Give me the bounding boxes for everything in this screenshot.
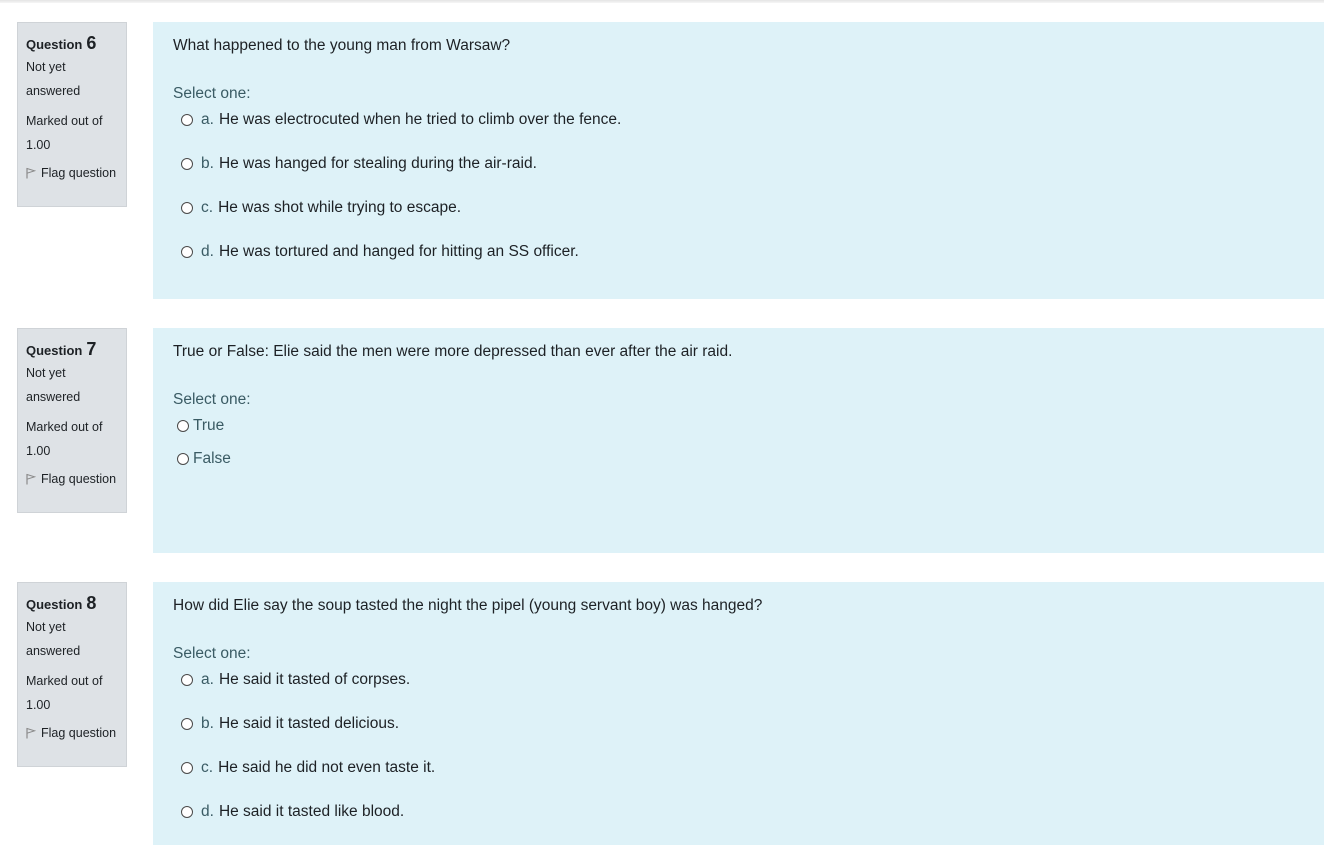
- radio-button[interactable]: [181, 718, 193, 730]
- select-one-prompt: Select one:: [173, 391, 251, 408]
- select-one-prompt: Select one:: [173, 645, 251, 662]
- question-number: 6: [86, 33, 97, 53]
- question-text: True or False: Elie said the men were mo…: [173, 343, 733, 360]
- question-text: How did Elie say the soup tasted the nig…: [173, 597, 763, 614]
- state-line-2: answered: [26, 644, 81, 658]
- question-label: Question: [26, 343, 83, 358]
- question-grade: Marked out of 1.00: [26, 109, 126, 157]
- question-number-heading: Question 8: [26, 591, 126, 615]
- answer-text[interactable]: True: [193, 417, 224, 435]
- flag-icon: [26, 167, 36, 179]
- question-text: What happened to the young man from Wars…: [173, 37, 511, 54]
- answer-letter: b.: [201, 155, 214, 172]
- question-content: What happened to the young man from Wars…: [153, 22, 1324, 299]
- answer-letter: d.: [201, 803, 214, 820]
- answer-option-false[interactable]: False: [173, 449, 1304, 469]
- radio-button[interactable]: [181, 806, 193, 818]
- question-info-panel: Question 7 Not yet answered Marked out of…: [17, 328, 127, 513]
- answer-option-d[interactable]: d. He said it tasted like blood.: [173, 802, 1304, 822]
- answer-option-true[interactable]: True: [173, 416, 1304, 436]
- answer-text[interactable]: He said it tasted delicious.: [219, 715, 399, 733]
- radio-button[interactable]: [177, 453, 189, 465]
- top-divider: [0, 0, 1324, 3]
- answer-option-d[interactable]: d. He was tortured and hanged for hitting…: [173, 242, 1304, 262]
- flag-icon: [26, 727, 36, 739]
- answer-option-c[interactable]: c. He was shot while trying to escape.: [173, 198, 1304, 218]
- answer-option-b[interactable]: b. He said it tasted delicious.: [173, 714, 1304, 734]
- state-line-1: Not yet: [26, 366, 66, 380]
- answer-text[interactable]: False: [193, 450, 231, 468]
- answer-letter: a.: [201, 111, 214, 128]
- flag-question-label: Flag question: [41, 472, 117, 486]
- question-number: 7: [86, 339, 97, 359]
- answer-text[interactable]: He said he did not even taste it.: [218, 759, 435, 777]
- answer-letter: c.: [201, 199, 214, 216]
- grade-value: 1.00: [26, 698, 51, 712]
- grade-value: 1.00: [26, 444, 51, 458]
- answer-text[interactable]: He was hanged for stealing during the ai…: [219, 155, 537, 173]
- flag-question-label: Flag question: [41, 166, 117, 180]
- radio-button[interactable]: [181, 114, 193, 126]
- answer-letter: d.: [201, 243, 214, 260]
- question-grade: Marked out of 1.00: [26, 669, 126, 717]
- radio-button[interactable]: [181, 246, 193, 258]
- question-grade: Marked out of 1.00: [26, 415, 126, 463]
- answer-list: True False: [173, 416, 1304, 469]
- state-line-1: Not yet: [26, 60, 66, 74]
- state-line-2: answered: [26, 390, 81, 404]
- answer-option-a[interactable]: a. He was electrocuted when he tried to c…: [173, 110, 1304, 130]
- question-number-heading: Question 7: [26, 337, 126, 361]
- select-one-prompt: Select one:: [173, 85, 251, 102]
- question-content: True or False: Elie said the men were mo…: [153, 328, 1324, 553]
- flag-question-button[interactable]: Flag question: [26, 723, 126, 743]
- question-8: Question 8 Not yet answered Marked out of…: [17, 582, 1324, 845]
- question-state: Not yet answered: [26, 615, 126, 663]
- question-6: Question 6 Not yet answered Marked out of…: [17, 22, 1324, 299]
- question-content: How did Elie say the soup tasted the nig…: [153, 582, 1324, 845]
- answer-text[interactable]: He said it tasted of corpses.: [219, 671, 410, 689]
- answer-letter: c.: [201, 759, 214, 776]
- question-number-heading: Question 6: [26, 31, 126, 55]
- state-line-2: answered: [26, 84, 81, 98]
- question-state: Not yet answered: [26, 55, 126, 103]
- answer-letter: a.: [201, 671, 214, 688]
- grade-line-1: Marked out of: [26, 114, 103, 128]
- question-label: Question: [26, 37, 83, 52]
- state-line-1: Not yet: [26, 620, 66, 634]
- radio-button[interactable]: [177, 420, 189, 432]
- radio-button[interactable]: [181, 674, 193, 686]
- answer-option-a[interactable]: a. He said it tasted of corpses.: [173, 670, 1304, 690]
- grade-line-1: Marked out of: [26, 674, 103, 688]
- answer-list: a. He was electrocuted when he tried to c…: [173, 110, 1304, 262]
- radio-button[interactable]: [181, 158, 193, 170]
- answer-letter: b.: [201, 715, 214, 732]
- question-state: Not yet answered: [26, 361, 126, 409]
- grade-value: 1.00: [26, 138, 51, 152]
- question-number: 8: [86, 593, 97, 613]
- flag-icon: [26, 473, 36, 485]
- question-7: Question 7 Not yet answered Marked out of…: [17, 328, 1324, 553]
- question-info-panel: Question 6 Not yet answered Marked out of…: [17, 22, 127, 207]
- flag-question-button[interactable]: Flag question: [26, 163, 126, 183]
- flag-question-button[interactable]: Flag question: [26, 469, 126, 489]
- radio-button[interactable]: [181, 202, 193, 214]
- answer-option-c[interactable]: c. He said he did not even taste it.: [173, 758, 1304, 778]
- answer-text[interactable]: He said it tasted like blood.: [219, 803, 404, 821]
- flag-question-label: Flag question: [41, 726, 117, 740]
- radio-button[interactable]: [181, 762, 193, 774]
- answer-text[interactable]: He was electrocuted when he tried to cli…: [219, 111, 621, 129]
- grade-line-1: Marked out of: [26, 420, 103, 434]
- question-label: Question: [26, 597, 83, 612]
- question-info-panel: Question 8 Not yet answered Marked out of…: [17, 582, 127, 767]
- answer-option-b[interactable]: b. He was hanged for stealing during the …: [173, 154, 1304, 174]
- answer-text[interactable]: He was tortured and hanged for hitting a…: [219, 243, 579, 261]
- answer-text[interactable]: He was shot while trying to escape.: [218, 199, 461, 217]
- answer-list: a. He said it tasted of corpses. b. He sai…: [173, 670, 1304, 822]
